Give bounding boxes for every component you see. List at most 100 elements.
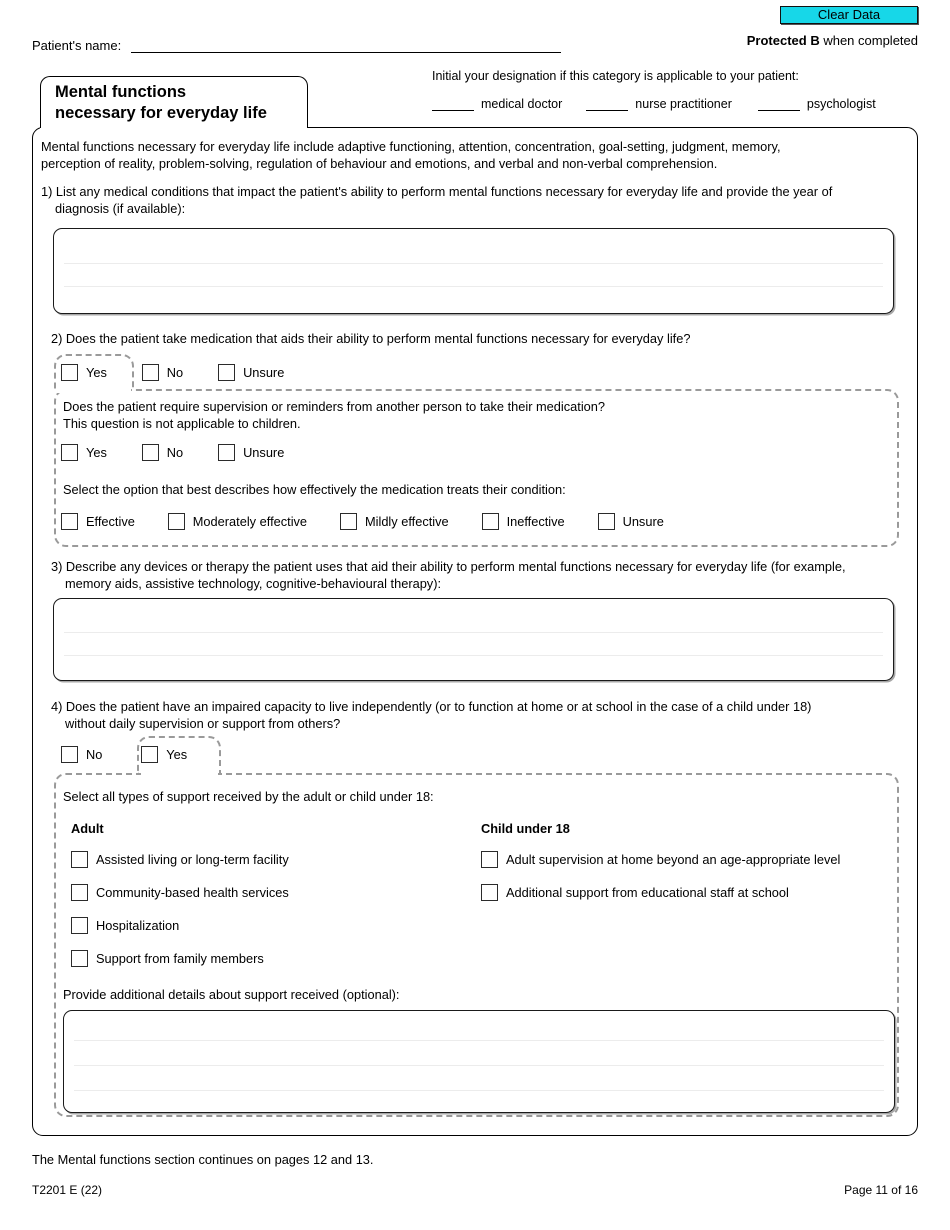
checkbox-label: No <box>86 747 103 762</box>
support-details-prompt: Provide additional details about support… <box>63 986 883 1003</box>
checkbox-box[interactable] <box>141 444 159 461</box>
support-adult-option-2[interactable]: Community-based health services <box>71 884 289 906</box>
checkbox-effectiveness-mildly[interactable]: Mildly effective <box>339 513 449 530</box>
designation-initial-input-medical-doctor[interactable] <box>432 95 474 111</box>
checkbox-box[interactable] <box>71 917 88 934</box>
clear-data-button[interactable]: Clear Data <box>780 6 918 24</box>
checkbox-box[interactable] <box>218 444 236 461</box>
checkbox-label: Community-based health services <box>96 885 289 900</box>
checkbox-box[interactable] <box>481 513 499 530</box>
question-1-line-1: 1) List any medical conditions that impa… <box>41 184 833 199</box>
checkbox-label: No <box>166 445 184 460</box>
checkbox-label: Support from family members <box>96 951 264 966</box>
checkbox-box[interactable] <box>61 364 78 381</box>
rule-line <box>74 1065 884 1066</box>
support-child-option-2[interactable]: Additional support from educational staf… <box>481 884 789 906</box>
checkbox-q2-no[interactable]: No <box>141 364 183 381</box>
checkbox-supervision-yes[interactable]: Yes <box>61 444 107 461</box>
support-details-prompt-text: Provide additional details about support… <box>63 987 400 1002</box>
panel-mask <box>141 770 218 777</box>
designation-label-psychologist: psychologist <box>806 97 876 111</box>
checkbox-label: Ineffective <box>506 514 565 529</box>
checkbox-q2-unsure[interactable]: Unsure <box>218 364 284 381</box>
rule-line <box>64 263 883 264</box>
checkbox-box[interactable] <box>61 746 78 763</box>
patient-name-row: Patient's name: <box>32 38 562 53</box>
designation-psychologist: psychologist <box>757 95 876 111</box>
effectiveness-options: Effective Moderately effective Mildly ef… <box>61 513 664 535</box>
checkbox-effectiveness-ineffective[interactable]: Ineffective <box>481 513 565 530</box>
patient-name-label: Patient's name: <box>32 38 122 53</box>
question-3-line-1: 3) Describe any devices or therapy the p… <box>51 559 846 574</box>
question-2-supervision-options: Yes No Unsure <box>61 444 284 466</box>
checkbox-label: Adult supervision at home beyond an age-… <box>506 852 841 867</box>
section-content-box: Mental functions necessary for everyday … <box>32 126 918 1136</box>
question-1-text: 1) List any medical conditions that impa… <box>41 183 911 217</box>
checkbox-box[interactable] <box>597 513 615 530</box>
checkbox-box[interactable] <box>339 513 357 530</box>
question-4-line-2: without daily supervision or support fro… <box>65 716 341 731</box>
checkbox-adult-family-support[interactable]: Support from family members <box>71 950 264 967</box>
effectiveness-prompt-text: Select the option that best describes ho… <box>63 482 566 497</box>
checkbox-box[interactable] <box>71 851 88 868</box>
checkbox-child-educational-staff[interactable]: Additional support from educational staf… <box>481 884 789 901</box>
support-child-option-1[interactable]: Adult supervision at home beyond an age-… <box>481 851 840 873</box>
checkbox-label: Yes <box>86 445 107 460</box>
checkbox-label: Unsure <box>243 445 285 460</box>
support-details-textarea[interactable] <box>63 1010 895 1113</box>
footer-page-number: Page 11 of 16 <box>844 1183 918 1197</box>
footer-form-code: T2201 E (22) <box>32 1183 103 1197</box>
section-title-line-1: Mental functions <box>55 83 187 101</box>
form-page: Clear Data Protected B when completed Pa… <box>0 0 950 1230</box>
checkbox-effectiveness-moderately[interactable]: Moderately effective <box>167 513 308 530</box>
checkbox-adult-hospitalization[interactable]: Hospitalization <box>71 917 179 934</box>
checkbox-q2-yes[interactable]: Yes <box>61 364 107 381</box>
checkbox-label: Effective <box>86 514 135 529</box>
support-adult-option-4[interactable]: Support from family members <box>71 950 264 972</box>
question-1-line-2: diagnosis (if available): <box>55 201 186 216</box>
checkbox-child-adult-supervision[interactable]: Adult supervision at home beyond an age-… <box>481 851 840 868</box>
question-2-prompt: 2) Does the patient take medication that… <box>51 331 691 346</box>
checkbox-box[interactable] <box>61 444 78 461</box>
checkbox-box[interactable] <box>141 746 159 763</box>
supervision-line-1: Does the patient require supervision or … <box>63 399 606 414</box>
checkbox-box[interactable] <box>71 950 88 967</box>
support-adult-option-1[interactable]: Assisted living or long-term facility <box>71 851 289 873</box>
protected-b-strong: Protected B <box>746 33 820 48</box>
question-4-options: No Yes <box>61 746 187 768</box>
checkbox-q4-yes[interactable]: Yes <box>141 746 187 763</box>
footer-continuation-note: The Mental functions section continues o… <box>32 1152 374 1167</box>
section-intro-line-2: perception of reality, problem-solving, … <box>41 156 718 171</box>
checkbox-supervision-no[interactable]: No <box>141 444 184 461</box>
designation-initial-input-nurse-practitioner[interactable] <box>586 95 629 111</box>
checkbox-q4-no[interactable]: No <box>61 746 102 763</box>
checkbox-effectiveness-unsure[interactable]: Unsure <box>597 513 664 530</box>
checkbox-adult-assisted-living[interactable]: Assisted living or long-term facility <box>71 851 289 868</box>
checkbox-effectiveness-effective[interactable]: Effective <box>61 513 135 530</box>
section-title-tab: Mental functions necessary for everyday … <box>40 76 308 128</box>
checkbox-box[interactable] <box>481 851 498 868</box>
question-1-textarea[interactable] <box>53 228 894 314</box>
question-3-textarea[interactable] <box>53 598 894 681</box>
checkbox-box[interactable] <box>167 513 185 530</box>
support-adult-option-3[interactable]: Hospitalization <box>71 917 179 939</box>
checkbox-box[interactable] <box>481 884 498 901</box>
rule-line <box>64 655 883 656</box>
rule-line <box>74 1090 884 1091</box>
checkbox-supervision-unsure[interactable]: Unsure <box>218 444 284 461</box>
checkbox-adult-community-health[interactable]: Community-based health services <box>71 884 289 901</box>
checkbox-box[interactable] <box>141 364 159 381</box>
designation-row: medical doctor nurse practitioner psycho… <box>432 95 918 111</box>
checkbox-label: Yes <box>86 365 107 380</box>
checkbox-box[interactable] <box>218 364 236 381</box>
checkbox-label: Hospitalization <box>96 918 180 933</box>
support-adult-heading: Adult <box>71 821 104 836</box>
patient-name-input[interactable] <box>131 40 562 53</box>
checkbox-label: Yes <box>166 747 188 762</box>
support-prompt: Select all types of support received by … <box>63 788 883 805</box>
designation-initial-input-psychologist[interactable] <box>757 95 800 111</box>
checkbox-box[interactable] <box>71 884 88 901</box>
checkbox-label: Unsure <box>243 365 285 380</box>
checkbox-box[interactable] <box>61 513 78 530</box>
checkbox-label: Moderately effective <box>192 514 308 529</box>
